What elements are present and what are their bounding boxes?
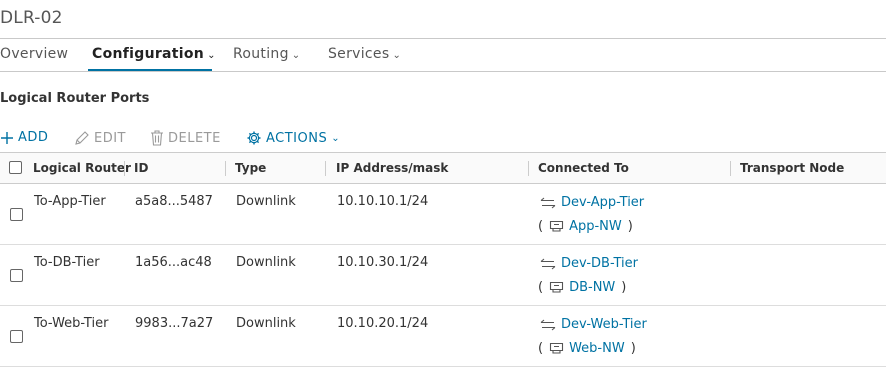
trash-icon: [151, 130, 163, 146]
add-button-label: ADD: [18, 130, 49, 145]
column-header-connected-to[interactable]: Connected To: [538, 161, 629, 175]
logical-switch-icon: [550, 342, 564, 354]
section-title: Logical Router Ports: [0, 91, 150, 106]
row-checkbox[interactable]: [10, 330, 23, 343]
connected-switch: ( App-NW ): [538, 219, 633, 234]
tab-configuration[interactable]: Configuration ⌄: [92, 46, 216, 62]
connected-switch: ( Web-NW ): [538, 341, 636, 356]
column-header-id[interactable]: ID: [134, 161, 148, 175]
column-header-logical-router[interactable]: Logical Router: [33, 161, 131, 175]
row-checkbox[interactable]: [10, 269, 23, 282]
tab-routing[interactable]: Routing ⌄: [233, 46, 300, 62]
arrows-swap-icon: [540, 197, 556, 208]
arrows-swap-icon: [540, 319, 556, 330]
gear-icon: [247, 131, 261, 145]
connected-switch-link[interactable]: App-NW: [569, 219, 622, 234]
tab-overview-label: Overview: [0, 46, 69, 62]
column-resize-handle[interactable]: [528, 161, 529, 176]
tab-bar: Overview Configuration ⌄ Routing ⌄ Service…: [0, 39, 886, 72]
column-header-type[interactable]: Type: [235, 161, 266, 175]
column-header-ip-address[interactable]: IP Address/mask: [336, 161, 448, 175]
table-row[interactable]: To-DB-Tier 1a56...ac48 Downlink 10.10.30…: [0, 245, 886, 306]
ip-address: 10.10.30.1/24: [337, 255, 429, 270]
port-type: Downlink: [236, 255, 296, 270]
delete-button[interactable]: DELETE: [150, 130, 221, 146]
actions-button-label: ACTIONS: [266, 130, 328, 146]
column-resize-handle[interactable]: [225, 161, 226, 176]
tab-services-label: Services: [328, 46, 390, 62]
table-row[interactable]: To-Web-Tier 9983...7a27 Downlink 10.10.2…: [0, 306, 886, 367]
router-port-name: To-App-Tier: [34, 194, 106, 209]
ip-address: 10.10.10.1/24: [337, 194, 429, 209]
select-all-checkbox[interactable]: [9, 161, 22, 174]
connected-port-link[interactable]: Dev-Web-Tier: [561, 317, 647, 332]
port-id: a5a8...5487: [135, 194, 213, 209]
close-paren: ): [630, 341, 636, 356]
tab-services[interactable]: Services ⌄: [328, 46, 401, 62]
port-type: Downlink: [236, 194, 296, 209]
close-paren: ): [621, 280, 627, 295]
column-resize-handle[interactable]: [730, 161, 731, 176]
edit-button-label: EDIT: [94, 130, 126, 146]
close-paren: ): [627, 219, 633, 234]
table-row[interactable]: To-App-Tier a5a8...5487 Downlink 10.10.1…: [0, 184, 886, 245]
tab-configuration-label: Configuration: [92, 46, 205, 62]
router-port-name: To-Web-Tier: [34, 316, 109, 331]
row-checkbox[interactable]: [10, 208, 23, 221]
plus-icon: [1, 131, 13, 144]
logical-switch-icon: [550, 220, 564, 232]
router-port-name: To-DB-Tier: [34, 255, 100, 270]
connected-port-link[interactable]: Dev-App-Tier: [561, 195, 644, 210]
connected-port: Dev-App-Tier: [540, 195, 644, 210]
open-paren: (: [538, 219, 544, 234]
add-button[interactable]: ADD: [0, 130, 48, 145]
actions-menu-button[interactable]: ACTIONS ⌄: [246, 130, 340, 146]
column-resize-handle[interactable]: [124, 161, 125, 176]
connected-switch-link[interactable]: DB-NW: [569, 280, 615, 295]
delete-button-label: DELETE: [168, 130, 221, 146]
ip-address: 10.10.20.1/24: [337, 316, 429, 331]
connected-port: Dev-DB-Tier: [540, 256, 638, 271]
connected-port-link[interactable]: Dev-DB-Tier: [561, 256, 638, 271]
chevron-down-icon: ⌄: [331, 132, 341, 144]
connected-switch: ( DB-NW ): [538, 280, 626, 295]
open-paren: (: [538, 280, 544, 295]
port-id: 1a56...ac48: [135, 255, 212, 270]
page-title: DLR-02: [0, 8, 63, 28]
open-paren: (: [538, 341, 544, 356]
chevron-down-icon: ⌄: [392, 50, 402, 61]
edit-button[interactable]: EDIT: [74, 130, 126, 146]
logical-switch-icon: [550, 281, 564, 293]
table-header: Logical Router ID Type IP Address/mask C…: [0, 152, 886, 184]
tab-overview[interactable]: Overview: [0, 46, 68, 62]
port-type: Downlink: [236, 316, 296, 331]
port-id: 9983...7a27: [135, 316, 214, 331]
connected-switch-link[interactable]: Web-NW: [569, 341, 625, 356]
action-toolbar: ADD EDIT DELETE ACTIONS ⌄: [0, 130, 886, 150]
tab-routing-label: Routing: [233, 46, 289, 62]
pencil-icon: [75, 131, 89, 145]
chevron-down-icon: ⌄: [291, 50, 301, 61]
column-header-transport-node[interactable]: Transport Node: [740, 161, 844, 175]
arrows-swap-icon: [540, 258, 556, 269]
connected-port: Dev-Web-Tier: [540, 317, 647, 332]
tabs-divider: [0, 71, 886, 72]
column-resize-handle[interactable]: [325, 161, 326, 176]
chevron-down-icon: ⌄: [207, 50, 216, 61]
